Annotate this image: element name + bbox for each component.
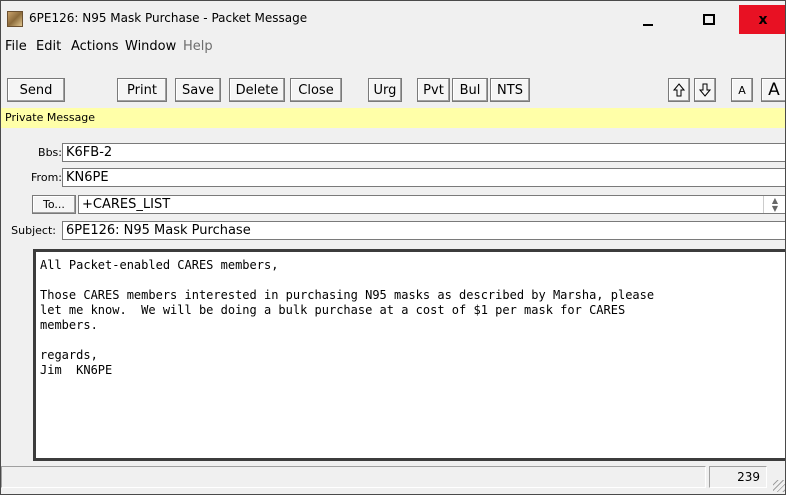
save-button[interactable]: Save	[175, 78, 221, 102]
from-field[interactable]: KN6PE	[62, 168, 785, 187]
message-body[interactable]: All Packet-enabled CARES members, Those …	[33, 249, 785, 461]
arrow-up-icon	[673, 83, 685, 97]
nts-button[interactable]: NTS	[490, 78, 530, 102]
previous-message-button[interactable]	[668, 78, 690, 102]
next-message-button[interactable]	[694, 78, 716, 102]
app-icon	[7, 11, 23, 27]
send-button[interactable]: Send	[7, 78, 65, 102]
menu-file[interactable]: File	[5, 39, 27, 54]
delete-button[interactable]: Delete	[229, 78, 285, 102]
minimize-icon	[643, 23, 653, 26]
print-button[interactable]: Print	[117, 78, 167, 102]
menu-help[interactable]: Help	[183, 39, 213, 54]
close-icon: x	[758, 11, 768, 28]
menu-actions[interactable]: Actions	[71, 39, 119, 54]
bbs-label: Bbs:	[38, 146, 62, 159]
to-button[interactable]: To...	[32, 195, 76, 214]
minimize-button[interactable]	[625, 5, 671, 34]
private-message-banner: Private Message	[1, 108, 785, 128]
to-field[interactable]: +CARES_LIST	[78, 195, 785, 214]
resize-grip-icon[interactable]	[773, 480, 785, 492]
font-smaller-button[interactable]: A	[731, 78, 753, 102]
status-bar: 239	[1, 463, 785, 494]
bulletin-button[interactable]: Bul	[452, 78, 488, 102]
urgent-button[interactable]: Urg	[368, 78, 402, 102]
font-larger-button[interactable]: A	[761, 78, 785, 102]
maximize-icon	[703, 14, 715, 25]
maximize-button[interactable]	[686, 5, 732, 34]
status-cell-main	[1, 466, 706, 488]
char-count: 239	[709, 466, 767, 488]
subject-label: Subject:	[11, 224, 56, 237]
bbs-field[interactable]: K6FB-2	[62, 143, 785, 162]
message-window: 6PE126: N95 Mask Purchase - Packet Messa…	[0, 0, 786, 495]
close-window-button[interactable]: x	[739, 5, 785, 34]
menu-window[interactable]: Window	[125, 39, 176, 54]
menu-bar: File Edit Actions Window Help	[1, 37, 785, 58]
chevron-down-icon: ▼	[771, 203, 779, 213]
from-label: From:	[31, 171, 62, 184]
window-title: 6PE126: N95 Mask Purchase - Packet Messa…	[29, 11, 308, 25]
to-field-spinner[interactable]: ▲ ▼	[763, 196, 785, 213]
title-bar[interactable]: 6PE126: N95 Mask Purchase - Packet Messa…	[1, 1, 785, 37]
close-button[interactable]: Close	[290, 78, 342, 102]
arrow-down-icon	[699, 83, 711, 97]
private-button[interactable]: Pvt	[417, 78, 450, 102]
menu-edit[interactable]: Edit	[36, 39, 61, 54]
subject-field[interactable]: 6PE126: N95 Mask Purchase	[62, 221, 785, 240]
